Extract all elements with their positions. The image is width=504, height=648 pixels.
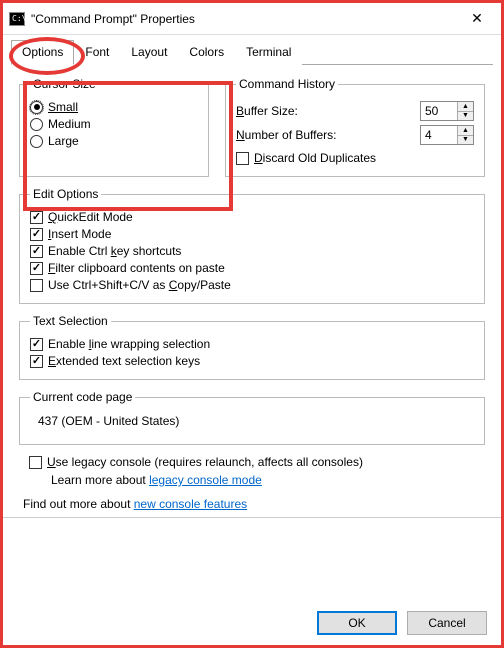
checkbox-discard-duplicates[interactable] xyxy=(236,152,249,165)
radio-cursor-small[interactable] xyxy=(30,101,43,114)
edit-options-group: Edit Options QuickEdit Mode Insert Mode … xyxy=(19,187,485,304)
tab-colors[interactable]: Colors xyxy=(178,40,235,65)
checkbox-ctrl-shortcuts[interactable] xyxy=(30,245,43,258)
new-console-features-link[interactable]: new console features xyxy=(134,497,247,511)
separator xyxy=(3,517,501,518)
window-title: "Command Prompt" Properties xyxy=(31,12,455,26)
num-buffers-spinner[interactable]: ▲▼ xyxy=(420,125,474,145)
code-page-group: Current code page 437 (OEM - United Stat… xyxy=(19,390,485,445)
spinner-down-icon[interactable]: ▼ xyxy=(458,136,473,145)
line-wrapping-label: Enable line wrapping selection xyxy=(48,337,210,351)
buffer-size-input[interactable] xyxy=(421,102,457,120)
tab-bar: Options Font Layout Colors Terminal xyxy=(11,39,493,65)
close-button[interactable]: ✕ xyxy=(455,4,499,34)
tab-options[interactable]: Options xyxy=(11,40,74,65)
num-buffers-input[interactable] xyxy=(421,126,457,144)
spinner-down-icon[interactable]: ▼ xyxy=(458,112,473,121)
close-icon: ✕ xyxy=(471,10,483,27)
text-selection-legend: Text Selection xyxy=(30,314,111,328)
buffer-size-label: Buffer Size: xyxy=(236,104,420,118)
cursor-size-legend: Cursor Size xyxy=(30,77,99,91)
radio-cursor-small-label: Small xyxy=(48,100,78,114)
checkbox-insert-mode[interactable] xyxy=(30,228,43,241)
discard-duplicates-label: Discard Old Duplicates xyxy=(254,151,376,165)
radio-cursor-large[interactable] xyxy=(30,135,43,148)
extended-selection-label: Extended text selection keys xyxy=(48,354,200,368)
radio-cursor-large-label: Large xyxy=(48,134,79,148)
ctrl-shift-cv-label: Use Ctrl+Shift+C/V as Copy/Paste xyxy=(48,278,231,292)
code-page-value: 437 (OEM - United States) xyxy=(30,410,474,436)
filter-clipboard-label: Filter clipboard contents on paste xyxy=(48,261,225,275)
tab-layout[interactable]: Layout xyxy=(120,40,178,65)
tab-font[interactable]: Font xyxy=(74,40,120,65)
edit-options-legend: Edit Options xyxy=(30,187,101,201)
legacy-learn-more: Learn more about legacy console mode xyxy=(51,473,485,487)
checkbox-filter-clipboard[interactable] xyxy=(30,262,43,275)
checkbox-extended-selection[interactable] xyxy=(30,355,43,368)
radio-cursor-medium[interactable] xyxy=(30,118,43,131)
cursor-size-group: Cursor Size Small Medium Large xyxy=(19,77,209,177)
num-buffers-label: Number of Buffers: xyxy=(236,128,420,142)
radio-cursor-medium-label: Medium xyxy=(48,117,91,131)
checkbox-line-wrapping[interactable] xyxy=(30,338,43,351)
buffer-size-spinner[interactable]: ▲▼ xyxy=(420,101,474,121)
command-history-group: Command History Buffer Size: ▲▼ Number o… xyxy=(225,77,485,177)
dialog-buttons: OK Cancel xyxy=(317,611,487,635)
quickedit-label: QuickEdit Mode xyxy=(48,210,133,224)
ctrl-shortcuts-label: Enable Ctrl key shortcuts xyxy=(48,244,181,258)
titlebar: C:\ "Command Prompt" Properties ✕ xyxy=(3,3,501,35)
cmd-icon: C:\ xyxy=(9,12,25,26)
spinner-up-icon[interactable]: ▲ xyxy=(458,126,473,136)
checkbox-ctrl-shift-cv[interactable] xyxy=(30,279,43,292)
legacy-console-label: Use legacy console (requires relaunch, a… xyxy=(47,455,363,469)
tab-terminal[interactable]: Terminal xyxy=(235,40,302,65)
ok-button[interactable]: OK xyxy=(317,611,397,635)
checkbox-legacy-console[interactable] xyxy=(29,456,42,469)
insert-mode-label: Insert Mode xyxy=(48,227,111,241)
command-history-legend: Command History xyxy=(236,77,338,91)
checkbox-quickedit[interactable] xyxy=(30,211,43,224)
text-selection-group: Text Selection Enable line wrapping sele… xyxy=(19,314,485,380)
spinner-up-icon[interactable]: ▲ xyxy=(458,102,473,112)
legacy-console-link[interactable]: legacy console mode xyxy=(149,473,262,487)
find-out-more: Find out more about new console features xyxy=(23,497,485,511)
cancel-button[interactable]: Cancel xyxy=(407,611,487,635)
code-page-legend: Current code page xyxy=(30,390,135,404)
